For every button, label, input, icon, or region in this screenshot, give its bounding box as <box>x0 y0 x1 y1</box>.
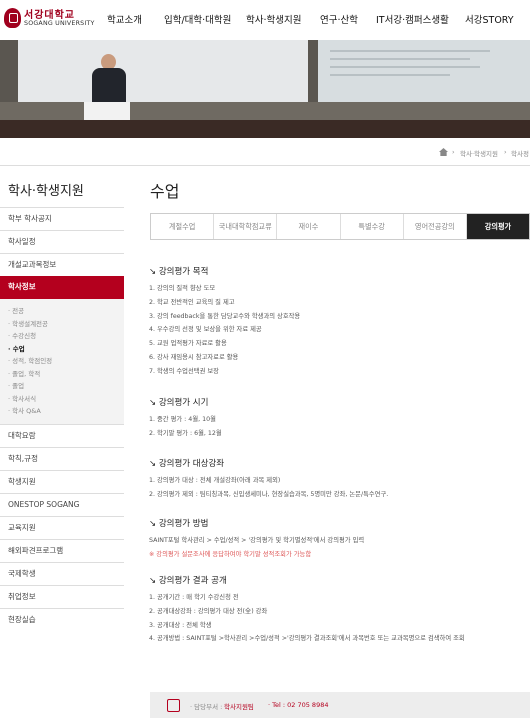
sidebar-item-catalog[interactable]: 대학요람 <box>0 423 124 447</box>
nav-item-about[interactable]: 학교소개 <box>107 12 142 26</box>
section-heading: ↘ 강의평가 대상강좌 <box>149 459 225 469</box>
dept-name: 학사지원팀 <box>224 703 254 711</box>
list-item: 2. 강의평가 제외 : 팀티칭과목, 신입생세미나, 현장실습과목, 5명미만… <box>149 490 389 498</box>
submenu-class[interactable]: · 수업 <box>8 343 124 356</box>
university-logo[interactable]: 서강대학교 SOGANG UNIVERSITY <box>4 6 94 34</box>
sidebar-title: 학사·학생지원 <box>8 184 84 199</box>
university-seal-icon <box>4 8 21 28</box>
submenu-registration[interactable]: · 수강신청 <box>8 330 124 343</box>
site-header: 서강대학교 SOGANG UNIVERSITY 학교소개 입학/대학·대학원 학… <box>0 0 530 40</box>
nav-item-campus-life[interactable]: IT서강·캠퍼스생활 <box>376 12 449 26</box>
sidebar-item-calendar[interactable]: 학사일정 <box>0 230 124 253</box>
section-method: ↘ 강의평가 방법 SAINT포털 학사관리 > 수업/성적 > '강의평가 및… <box>149 517 529 562</box>
contact-info-bar: · 담당부서 : 학사지원팀 · Tel : 02 705 8984 <box>150 692 530 718</box>
list-item: 2. 학기말 평가 : 6월, 12월 <box>149 429 222 437</box>
tab-retake[interactable]: 재이수 <box>277 214 341 239</box>
section-target: ↘ 강의평가 대상강좌 1. 강의평가 대상 : 전체 개설강좌(아래 과목 제… <box>149 457 529 502</box>
home-icon[interactable] <box>439 148 448 156</box>
list-item: 4. 우수강의 선정 및 보상을 위한 자료 제공 <box>149 326 262 334</box>
sidebar-item-career[interactable]: 취업정보 <box>0 584 124 608</box>
section-disclosure: ↘ 강의평가 결과 공개 1. 공개기간 : 매 학기 수강신청 전 2. 공개… <box>149 574 529 646</box>
dept-phone: · Tel : 02 705 8984 <box>268 701 329 709</box>
breadcrumb-item-academic[interactable]: 학사·학생지원 <box>460 148 498 158</box>
list-item: 5. 교원 업적평가 자료로 활용 <box>149 340 227 348</box>
list-item: 6. 강사 재임용시 참고자료로 활용 <box>149 353 239 361</box>
dept-label: · 담당부서 : <box>190 703 223 711</box>
section-heading: ↘ 강의평가 결과 공개 <box>149 576 227 586</box>
list-item: 7. 학생의 수업선택권 보장 <box>149 367 219 375</box>
nav-item-academic[interactable]: 학사·학생지원 <box>246 12 301 26</box>
list-item: 2. 학교 전반적인 교육의 질 제고 <box>149 298 235 306</box>
list-item: 2. 공개대상강좌 : 강의평가 대상 전(全) 강좌 <box>149 607 268 615</box>
tab-seasonal[interactable]: 계절수업 <box>151 214 215 239</box>
breadcrumb: › 학사·학생지원 › 학사정 <box>0 138 530 166</box>
sidebar-item-student-support[interactable]: 학생지원 <box>0 469 124 493</box>
breadcrumb-item-current[interactable]: 학사정 <box>511 148 529 158</box>
sidebar-item-internship[interactable]: 현장실습 <box>0 607 124 631</box>
submenu-forms[interactable]: · 학사서식 <box>8 393 124 406</box>
section-timing: ↘ 강의평가 시기 1. 중간 평가 : 4월, 10월 2. 학기말 평가 :… <box>149 396 529 441</box>
tab-bar: 계절수업 국내대학학점교류 재이수 특별수강 영어전공강의 강의평가 <box>150 213 530 240</box>
page-title: 수업 <box>150 182 180 201</box>
tab-english-lecture[interactable]: 영어전공강의 <box>403 214 467 239</box>
submenu-graduation-record[interactable]: · 졸업, 학적 <box>8 368 124 381</box>
sidebar-submenu: · 전공 · 학생설계전공 · 수강신청 · 수업 · 성적, 학점인정 · 졸… <box>0 299 124 424</box>
list-item: 1. 중간 평가 : 4월, 10월 <box>149 416 216 423</box>
nav-item-research[interactable]: 연구·산학 <box>320 12 358 26</box>
section-heading: ↘ 강의평가 목적 <box>149 267 209 277</box>
submenu-graduation[interactable]: · 졸업 <box>8 380 124 393</box>
sidebar-item-regulations[interactable]: 학칙,규정 <box>0 446 124 470</box>
submenu-major[interactable]: · 전공 <box>8 305 124 318</box>
tab-domestic-exchange[interactable]: 국내대학학점교류 <box>214 214 278 239</box>
sidebar-item-courses[interactable]: 개설교과목정보 <box>0 253 124 276</box>
section-heading: ↘ 강의평가 방법 <box>149 519 209 529</box>
phone-book-icon <box>167 699 180 712</box>
tab-special[interactable]: 특별수강 <box>340 214 404 239</box>
sidebar-item-education-support[interactable]: 교육지원 <box>0 515 124 539</box>
sidebar-item-exchange[interactable]: 해외파견프로그램 <box>0 538 124 562</box>
hero-lecture-photo <box>0 40 530 138</box>
list-item: 1. 강의평가 대상 : 전체 개설강좌(아래 과목 제외) <box>149 477 281 484</box>
nav-item-admission[interactable]: 입학/대학·대학원 <box>164 12 231 26</box>
tab-evaluation[interactable]: 강의평가 <box>466 214 530 239</box>
list-item: 1. 공개기간 : 매 학기 수강신청 전 <box>149 594 239 601</box>
sidebar-item-onestop[interactable]: ONESTOP SOGANG <box>0 492 124 516</box>
submenu-qa[interactable]: · 학사 Q&A <box>8 405 124 418</box>
list-item: 4. 공개방법 : SAINT포털 >학사관리 >수업/성적 >'강의평가 결과… <box>149 635 465 643</box>
logo-english: SOGANG UNIVERSITY <box>24 20 95 27</box>
section-purpose: ↘ 강의평가 목적 1. 강의의 질적 향상 도모 2. 학교 전반적인 교육의… <box>149 265 529 379</box>
sidebar-item-academic-info[interactable]: 학사정보 <box>0 276 124 299</box>
sidebar-item-notice[interactable]: 학부 학사공지 <box>0 207 124 230</box>
list-item: 1. 강의의 질적 향상 도모 <box>149 285 216 292</box>
submenu-grades[interactable]: · 성적, 학점인정 <box>8 355 124 368</box>
logo-korean: 서강대학교 <box>24 10 75 21</box>
sidebar-item-international[interactable]: 국제학생 <box>0 561 124 585</box>
sidebar-nav: 학부 학사공지 학사일정 개설교과목정보 학사정보 · 전공 · 학생설계전공 … <box>0 207 124 631</box>
section-heading: ↘ 강의평가 시기 <box>149 398 209 408</box>
list-item: SAINT포털 학사관리 > 수업/성적 > '강의평가 및 학기별성적'에서 … <box>149 537 365 544</box>
list-item: 3. 공개대상 : 전체 학생 <box>149 621 212 629</box>
list-item: 3. 강의 feedback을 통한 담당교수와 학생과의 상호작용 <box>149 312 301 320</box>
nav-item-story[interactable]: 서강STORY <box>465 12 514 26</box>
warning-note: ※ 강의평가 설문조사에 응답하여야 학기말 성적조회가 가능함 <box>149 550 312 558</box>
submenu-designed-major[interactable]: · 학생설계전공 <box>8 318 124 331</box>
